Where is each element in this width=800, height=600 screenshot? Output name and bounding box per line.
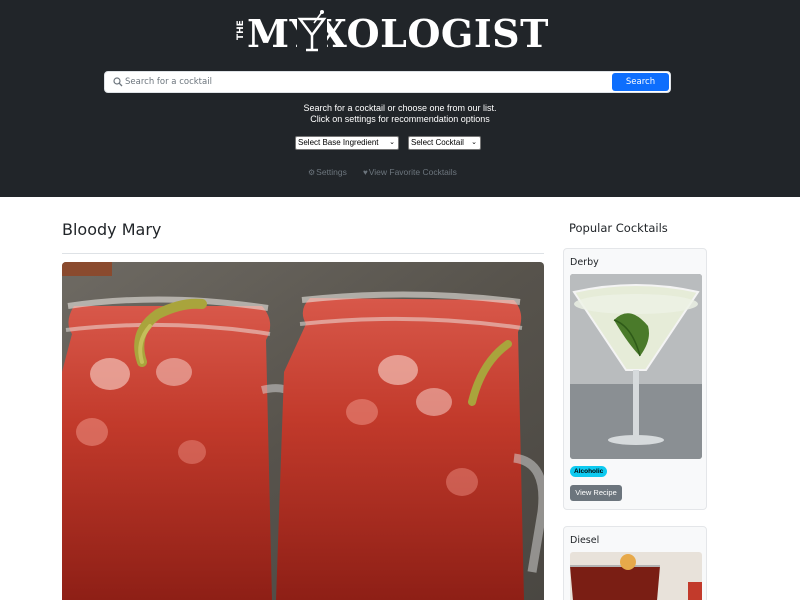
site-header: THE MYXOLOGIST Search Search for a cockt… — [0, 0, 800, 197]
helper-text: Search for a cocktail or choose one from… — [200, 103, 600, 125]
gear-icon: ⚙ — [308, 168, 316, 177]
settings-link-label: Settings — [316, 167, 347, 177]
search-button[interactable]: Search — [612, 73, 669, 91]
site-logo[interactable]: THE MYXOLOGIST — [233, 9, 548, 55]
martini-glass-icon — [297, 9, 327, 53]
popular-cocktails-heading: Popular Cocktails — [569, 221, 668, 235]
view-recipe-button[interactable]: View Recipe — [570, 485, 622, 501]
search-icon — [113, 77, 123, 87]
cocktail-card-title: Diesel — [570, 535, 600, 546]
chevron-down-icon: ⌄ — [471, 139, 477, 146]
page-title: Bloody Mary — [62, 220, 162, 239]
search-input[interactable] — [125, 74, 605, 90]
base-ingredient-select[interactable]: Select Base Ingredient ⌄ — [295, 136, 399, 150]
favorites-link-label: View Favorite Cocktails — [368, 167, 457, 177]
cocktail-photo — [62, 262, 544, 600]
cocktail-card-image — [570, 274, 702, 459]
settings-link[interactable]: ⚙Settings — [308, 166, 347, 178]
helper-line-2: Click on settings for recommendation opt… — [310, 114, 490, 124]
heart-icon: ♥ — [363, 168, 368, 177]
cocktail-card: Diesel — [563, 526, 707, 600]
cocktail-card-image — [570, 552, 702, 600]
logo-text: MYXOLOGIST — [247, 11, 549, 56]
favorites-link[interactable]: ♥View Favorite Cocktails — [363, 166, 457, 178]
base-ingredient-select-label: Select Base Ingredient — [298, 138, 379, 147]
cocktail-card: Derby Alcoholic View Recipe — [563, 248, 707, 510]
cocktail-select-label: Select Cocktail — [411, 138, 464, 147]
alcoholic-badge: Alcoholic — [570, 466, 608, 477]
helper-line-1: Search for a cocktail or choose one from… — [303, 103, 497, 113]
chevron-down-icon: ⌄ — [389, 139, 395, 146]
title-divider — [62, 253, 544, 254]
search-bar: Search — [104, 71, 671, 93]
cocktail-select[interactable]: Select Cocktail ⌄ — [408, 136, 481, 150]
cocktail-card-title: Derby — [570, 257, 599, 268]
